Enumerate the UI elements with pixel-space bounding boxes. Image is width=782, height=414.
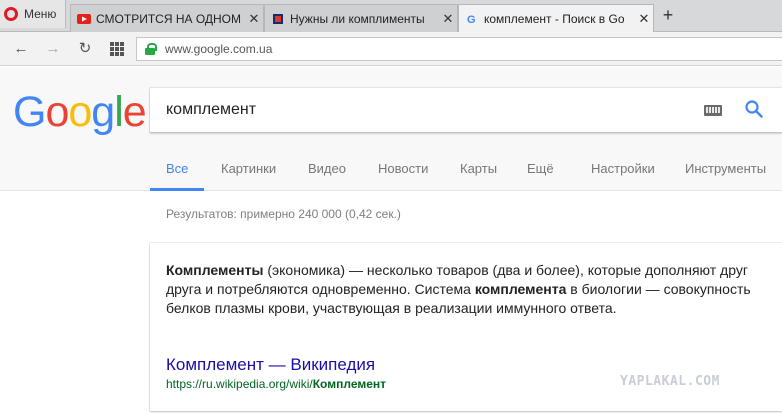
search-input[interactable]: комплемент (150, 88, 782, 132)
google-header: Google комплемент Все Картинки Видео Нов… (0, 67, 782, 191)
new-tab-button[interactable]: + (658, 4, 678, 28)
tab-images[interactable]: Картинки (221, 161, 276, 191)
back-arrow-icon[interactable]: ← (12, 40, 30, 58)
tab-strip: Меню СМОТРИТСЯ НА ОДНОМ ✕ Нужны ли компл… (0, 0, 782, 33)
tab-title: комплемент - Поиск в Go (484, 12, 625, 26)
google-logo[interactable]: Google (13, 88, 147, 136)
address-bar[interactable]: www.google.com.ua (136, 37, 782, 61)
result-stats: Результатов: примерно 240 000 (0,42 сек.… (166, 207, 401, 221)
tab-settings[interactable]: Настройки (591, 161, 655, 191)
keyboard-icon[interactable] (704, 105, 722, 116)
tab-news[interactable]: Новости (378, 161, 428, 191)
tab-title: Нужны ли комплименты (290, 11, 425, 26)
logo-letter: o (68, 88, 92, 136)
snippet-highlight: Комплементы (166, 262, 264, 278)
tab-video[interactable]: Видео (308, 161, 346, 191)
tab-youtube[interactable]: СМОТРИТСЯ НА ОДНОМ ✕ (70, 4, 264, 32)
address-toolbar: ← → ↻ www.google.com.ua (0, 32, 782, 66)
close-icon[interactable]: ✕ (439, 11, 457, 27)
close-icon[interactable]: ✕ (245, 11, 263, 27)
search-icon[interactable] (744, 99, 764, 119)
tab-google-search[interactable]: G комплемент - Поиск в Go ✕ (458, 4, 654, 33)
result-url: https://ru.wikipedia.org/wiki/Комплемент (166, 377, 386, 391)
snippet-highlight: комплемента (474, 281, 567, 297)
result-snippet: Комплементы (экономика) — несколько това… (166, 261, 766, 318)
menu-label: Меню (24, 7, 57, 21)
result-link[interactable]: Комплемент — Википедия (166, 355, 375, 375)
lock-icon (145, 43, 157, 55)
close-icon[interactable]: ✕ (635, 11, 653, 27)
logo-letter: G (13, 88, 46, 136)
yaplakal-icon (273, 13, 283, 24)
logo-letter: g (91, 88, 115, 136)
logo-letter: o (45, 88, 69, 136)
tab-more[interactable]: Ещё (527, 161, 554, 191)
google-g-icon: G (467, 14, 476, 25)
speed-dial-grid-icon[interactable] (110, 42, 124, 56)
logo-letter: l (114, 88, 124, 136)
address-text: www.google.com.ua (165, 42, 273, 56)
result-url-prefix: https://ru.wikipedia.org/wiki/ (166, 377, 313, 391)
svg-text:G: G (467, 14, 476, 25)
tab-title: СМОТРИТСЯ НА ОДНОМ (96, 11, 242, 26)
tab-all[interactable]: Все (149, 161, 206, 191)
youtube-icon (77, 13, 91, 24)
reload-icon[interactable]: ↻ (76, 40, 94, 58)
tab-tools[interactable]: Инструменты (685, 161, 766, 191)
browser-menu-button[interactable]: Меню (0, 0, 66, 28)
watermark: YAPLAKAL.COM (620, 374, 720, 389)
result-url-highlight: Комплемент (312, 377, 387, 391)
tab-yaplakal[interactable]: Нужны ли комплименты ✕ (264, 4, 458, 32)
search-query: комплемент (166, 101, 257, 118)
logo-letter: e (122, 88, 147, 136)
tab-maps[interactable]: Карты (460, 161, 497, 191)
opera-logo-icon (4, 7, 18, 21)
forward-arrow-icon[interactable]: → (44, 40, 62, 58)
